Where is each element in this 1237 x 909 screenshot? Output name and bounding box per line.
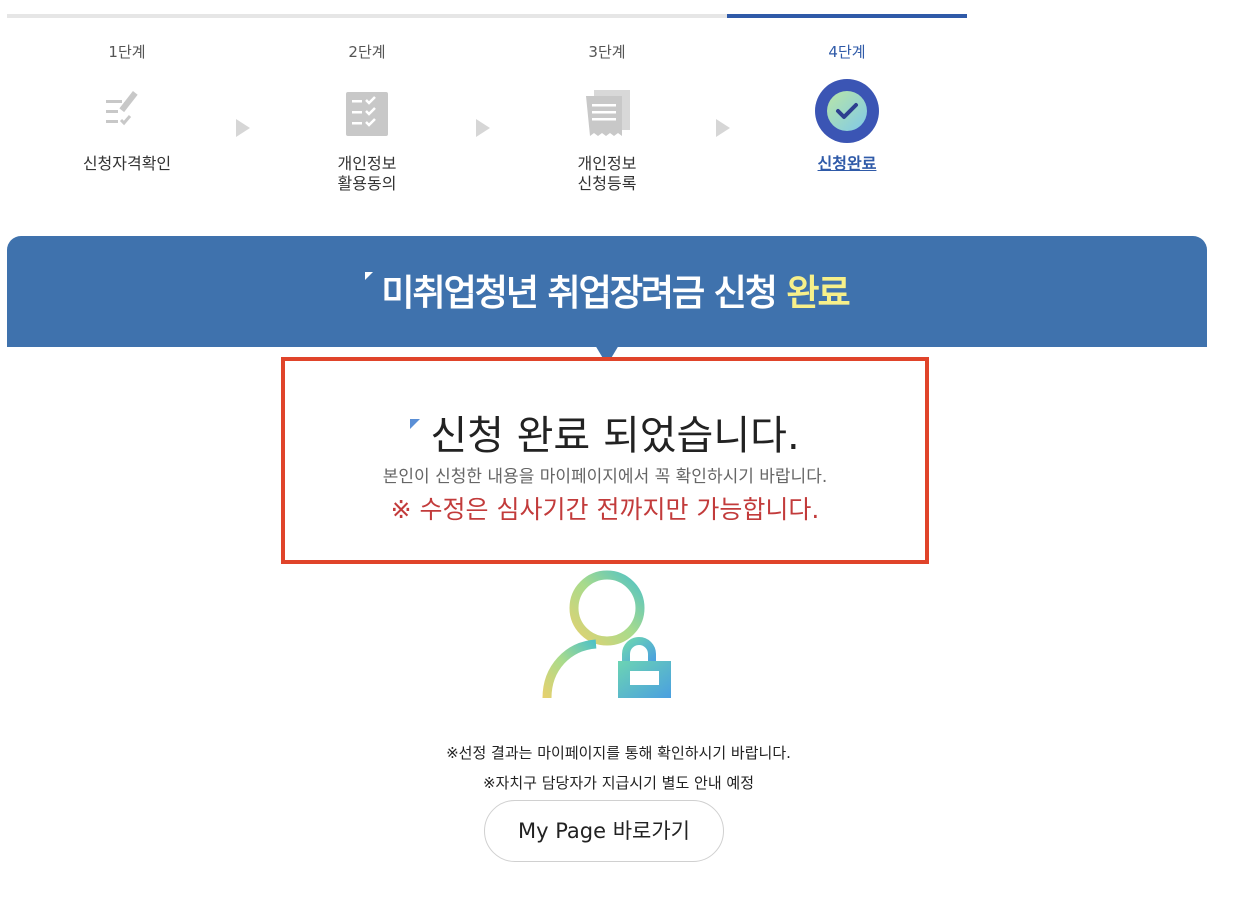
notice-selection-result: ※선정 결과는 마이페이지를 통해 확인하시기 바랍니다. [446, 744, 791, 762]
completion-warning: ※ 수정은 심사기간 전까지만 가능합니다. [390, 495, 820, 524]
step-label: 신청완료 [817, 154, 877, 173]
step-2: 2단계 개인정보 활용동의 [287, 40, 447, 194]
notice-payment-schedule: ※자치구 담당자가 지급시기 별도 안내 예정 [482, 774, 754, 792]
step-3: 3단계 개인정보 신청등록 [527, 40, 687, 194]
step-arrow-icon [716, 119, 730, 137]
registration-receipt-icon [572, 78, 642, 148]
checklist-pen-icon [92, 78, 162, 148]
step-label: 개인정보 신청등록 [577, 154, 637, 193]
completion-title-text: 신청 완료 되었습니다. [430, 413, 800, 459]
corner-mark-icon [365, 272, 374, 280]
consent-document-icon [332, 78, 402, 148]
user-lock-icon [538, 568, 678, 702]
step-number: 3단계 [588, 43, 626, 61]
completion-box: 신청 완료 되었습니다. 본인이 신청한 내용을 마이페이지에서 꼭 확인하시기… [281, 357, 929, 564]
mypage-button[interactable]: My Page 바로가기 [484, 800, 724, 862]
banner-title-accent: 완료 [786, 273, 850, 314]
step-arrow-icon [236, 119, 250, 137]
step-number: 4단계 [828, 43, 866, 61]
step-number: 2단계 [348, 43, 386, 61]
banner-title: 미취업청년 취업장려금 신청 완료 [7, 264, 1207, 316]
completion-banner: 미취업청년 취업장려금 신청 완료 [7, 236, 1207, 347]
step-label: 신청자격확인 [82, 154, 172, 173]
step-label: 개인정보 활용동의 [337, 154, 397, 193]
step-arrow-icon [476, 119, 490, 137]
step-1: 1단계 신청자격확인 [47, 40, 207, 174]
corner-mark-icon [410, 419, 421, 429]
banner-title-main: 미취업청년 취업장려금 신청 [381, 273, 778, 314]
step-4: 4단계 신청완료 [767, 40, 927, 174]
completion-subtitle: 본인이 신청한 내용을 마이페이지에서 꼭 확인하시기 바랍니다. [382, 467, 828, 487]
check-circle-icon [812, 78, 882, 148]
progress-fill [727, 14, 967, 18]
completion-title: 신청 완료 되었습니다. [285, 411, 925, 461]
step-number: 1단계 [108, 43, 146, 61]
